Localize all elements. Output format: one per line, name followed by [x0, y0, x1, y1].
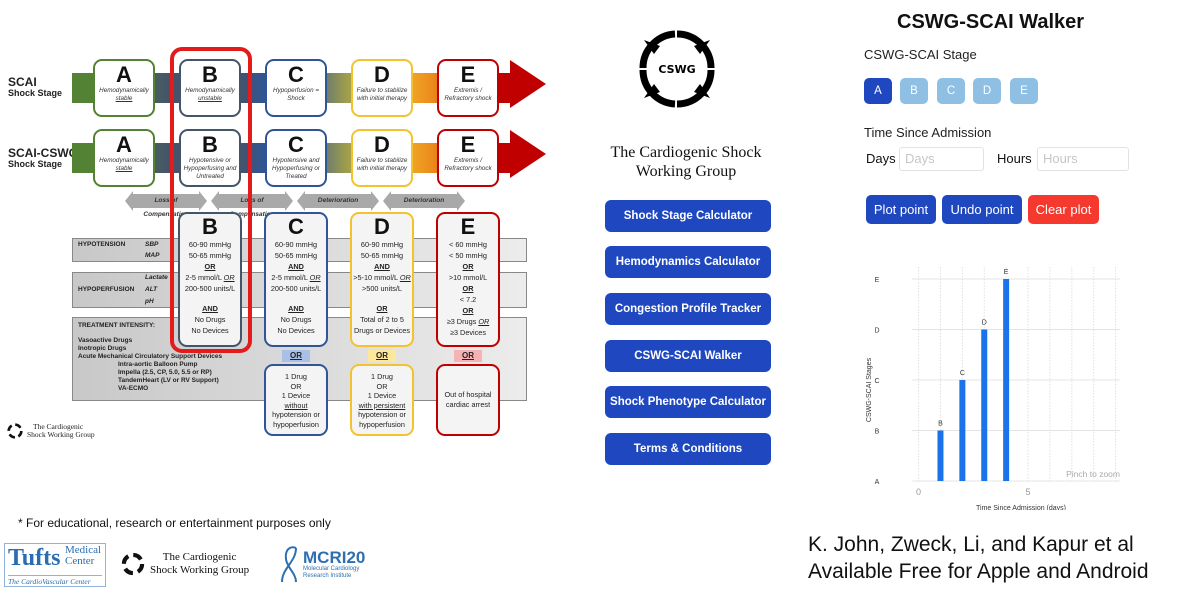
scai-stage-c: C Hypoperfusion = Shock [265, 59, 327, 117]
cswg-stage-e: E Extremis / Refractory shock [437, 129, 499, 187]
pinch-to-zoom-hint: Pinch to zoom [1066, 469, 1120, 479]
cswg-scai-walker-button[interactable]: CSWG-SCAI Walker [605, 340, 771, 372]
stage-button-c[interactable]: C [937, 78, 965, 104]
scai-stage-d: D Failure to stabilize with initial ther… [351, 59, 413, 117]
bar-label: C [960, 370, 965, 377]
row-label-scai-cswg: SCAI-CSWG Shock Stage [8, 146, 78, 169]
congestion-profile-tracker-button[interactable]: Congestion Profile Tracker [605, 293, 771, 325]
tufts-logo: Tufts Medical Center The CardioVascular C… [4, 543, 106, 587]
alt-criteria-stage-e: Out of hospital cardiac arrest [436, 364, 500, 436]
lactate-label: Lactate [145, 274, 168, 281]
alt-criteria-stage-d: 1 Drug OR 1 Device with persistent hypot… [350, 364, 414, 436]
bar-e [1003, 279, 1010, 481]
bar-label: E [1004, 269, 1009, 276]
treatment-intensity-label: TREATMENT INTENSITY: [78, 322, 156, 329]
cswg-logo-icon [121, 552, 145, 576]
hypoperfusion-label: HYPOPERFUSION [78, 286, 135, 293]
row-label-scai: SCAI Shock Stage [8, 75, 63, 98]
alt-label: ALT [145, 286, 158, 293]
bar-c [959, 380, 966, 481]
y-tick-label: C [874, 378, 879, 385]
or-connector: OR [368, 350, 396, 362]
scai-stage-e: E Extremis / Refractory shock [437, 59, 499, 117]
y-tick-label: B [875, 429, 880, 436]
stage-button-b[interactable]: B [900, 78, 928, 104]
treatment-item: Vasoactive Drugs [78, 337, 133, 344]
days-label: Days [866, 151, 896, 166]
cswg-logo-icon [7, 423, 23, 439]
hemodynamics-calculator-button[interactable]: Hemodynamics Calculator [605, 246, 771, 278]
mcri-logo: MCRI20 Molecular Cardiology Research Ins… [278, 544, 365, 584]
x-tick-label: 0 [916, 487, 921, 497]
alt-criteria-stage-c: 1 Drug OR 1 Device without hypotension o… [264, 364, 328, 436]
x-axis-label: Time Since Admission (days) [976, 505, 1066, 510]
cswg-stage-c: C Hypotensive and Hypoperfusing or Treat… [265, 129, 327, 187]
transition-arrow: Deterioration [383, 191, 465, 211]
treatment-item: VA-ECMO [118, 385, 149, 392]
ph-label: pH [145, 298, 154, 305]
scai-stage-a: A Hemodynamically stable [93, 59, 155, 117]
cswg-logo-icon: CSWG [639, 30, 715, 108]
criteria-stage-d: D 60-90 mmHg 50-65 mmHg AND >5-10 mmol/L… [350, 212, 414, 347]
logo-text: CSWG [658, 63, 695, 76]
cswg-stage-a: A Hemodynamically stable [93, 129, 155, 187]
stage-button-e[interactable]: E [1010, 78, 1038, 104]
treatment-item: Acute Mechanical Circulatory Support Dev… [78, 353, 223, 360]
treatment-item: TandemHeart (LV or RV Support) [118, 377, 219, 384]
hypotension-label: HYPOTENSION [78, 241, 126, 248]
cswg-stage-d: D Failure to stabilize with initial ther… [351, 129, 413, 187]
treatment-item: Inotropic Drugs [78, 345, 127, 352]
stage-label: CSWG-SCAI Stage [864, 47, 977, 62]
transition-arrow: Deterioration [297, 191, 379, 211]
stage-button-a[interactable]: A [864, 78, 892, 104]
stage-b-highlight [170, 47, 252, 353]
y-axis-label: CSWG-SCAI Stages [866, 357, 873, 422]
bar-b [937, 430, 944, 481]
sbp-label: SBP [145, 241, 159, 248]
bar-label: D [982, 320, 987, 327]
y-tick-label: A [875, 479, 880, 486]
stage-button-d[interactable]: D [973, 78, 1001, 104]
y-tick-label: D [874, 328, 879, 335]
org-title: The Cardiogenic Shock Working Group [610, 144, 762, 180]
criteria-stage-c: C 60-90 mmHg 50-65 mmHg AND 2-5 mmol/L O… [264, 212, 328, 347]
hours-input[interactable]: Hours [1037, 147, 1129, 171]
disclaimer: * For educational, research or entertain… [18, 516, 331, 530]
or-connector: OR [454, 350, 482, 362]
treatment-item: Impella (2.5, CP, 5.0, 5.5 or RP) [118, 369, 212, 376]
walker-title: CSWG-SCAI Walker [897, 11, 1085, 33]
days-input[interactable]: Days [899, 147, 984, 171]
y-tick-label: E [875, 277, 880, 284]
cswg-small-logo: The Cardiogenic Shock Working Group [6, 422, 95, 440]
bar-label: B [938, 421, 943, 428]
terms-conditions-button[interactable]: Terms & Conditions [605, 433, 771, 465]
clear-plot-button[interactable]: Clear plot [1028, 195, 1099, 224]
or-connector: OR [282, 350, 310, 362]
time-label: Time Since Admission [864, 125, 992, 140]
plot-point-button[interactable]: Plot point [866, 195, 936, 224]
shock-phenotype-calculator-button[interactable]: Shock Phenotype Calculator [605, 386, 771, 418]
treatment-item: Intra-aortic Balloon Pump [118, 361, 198, 368]
cswg-footer-logo: The Cardiogenic Shock Working Group [120, 551, 249, 577]
dna-icon [281, 546, 297, 583]
credits: K. John, Zweck, Li, and Kapur et al Avai… [808, 533, 1149, 583]
undo-point-button[interactable]: Undo point [942, 195, 1022, 224]
x-tick-label: 5 [1026, 487, 1031, 497]
progression-arrowhead-scai [510, 60, 546, 108]
map-label: MAP [145, 252, 160, 259]
hours-label: Hours [997, 151, 1032, 166]
criteria-stage-e: E < 60 mmHg < 50 mmHg OR >10 mmol/L OR <… [436, 212, 500, 347]
shock-stage-calculator-button[interactable]: Shock Stage Calculator [605, 200, 771, 232]
walker-chart[interactable]: A B C D E 0 5 B C D E Time Since Admission (days) CS… [840, 250, 1160, 510]
bar-d [981, 329, 988, 481]
progression-arrowhead-cswg [510, 130, 546, 178]
